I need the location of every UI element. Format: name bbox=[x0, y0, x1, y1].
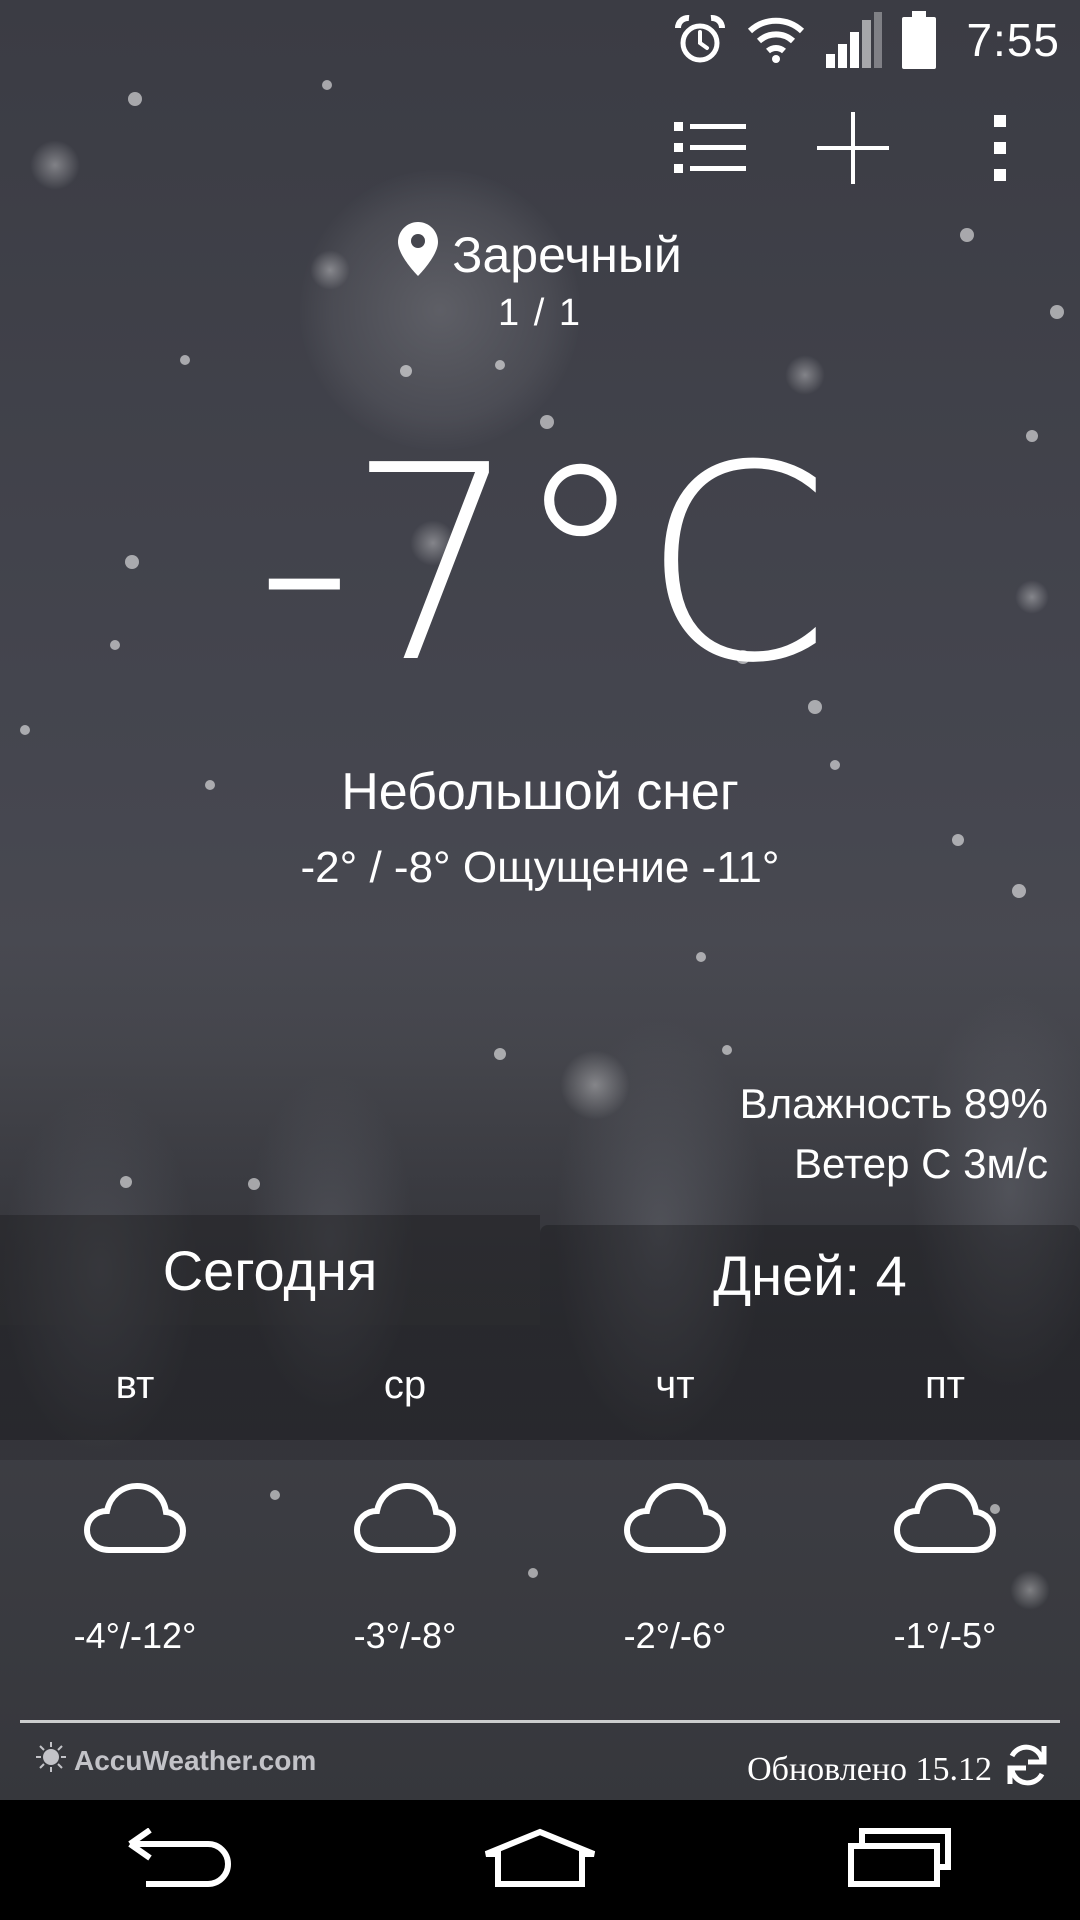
weather-screen: 7:55 Заречный 1 / 1 -7°C Небольшой снег … bbox=[0, 0, 1080, 1920]
page-indicator: 1 / 1 bbox=[498, 292, 582, 334]
recents-button[interactable] bbox=[800, 1810, 1000, 1910]
forecast-day: чт bbox=[655, 1363, 695, 1407]
home-button[interactable] bbox=[440, 1810, 640, 1910]
forecast-temp: -1°/-5° bbox=[893, 1615, 997, 1656]
signal-icon bbox=[824, 12, 883, 68]
forecast-day: пт bbox=[925, 1363, 965, 1407]
location[interactable]: Заречный bbox=[0, 222, 1080, 288]
top-actions bbox=[660, 110, 1080, 190]
refresh-icon[interactable] bbox=[1004, 1742, 1050, 1797]
current-temperature: -7°C bbox=[255, 407, 831, 722]
forecast-icons-row bbox=[0, 1480, 1080, 1556]
status-time: 7:55 bbox=[966, 14, 1060, 66]
sun-icon bbox=[36, 1742, 66, 1779]
more-options-button[interactable] bbox=[950, 110, 1050, 190]
home-icon bbox=[482, 1828, 598, 1893]
location-pin-icon bbox=[398, 222, 439, 288]
min-max-feels-like: -2° / -8° Ощущение -11° bbox=[300, 843, 780, 892]
updated-info: Обновлено 15.12 bbox=[747, 1742, 1050, 1797]
divider bbox=[20, 1720, 1060, 1723]
daily-forecast: вт ср чт пт -4°/-12° -3°/-8° -2°/-6° -1°… bbox=[0, 1325, 1080, 1720]
tab-today[interactable]: Сегодня bbox=[0, 1215, 540, 1325]
humidity: Влажность 89% bbox=[739, 1080, 1048, 1127]
wind: Ветер С 3м/с bbox=[793, 1140, 1048, 1187]
battery-icon bbox=[900, 11, 938, 69]
forecast-temp: -3°/-8° bbox=[353, 1615, 457, 1656]
cloud-icon bbox=[270, 1480, 540, 1556]
cloud-icon bbox=[540, 1480, 810, 1556]
back-button[interactable] bbox=[80, 1810, 280, 1910]
list-icon bbox=[674, 120, 746, 181]
forecast-tabs: Сегодня Дней: 4 bbox=[0, 1215, 1080, 1325]
footer: AccuWeather.com Обновлено 15.12 bbox=[0, 1730, 1080, 1800]
location-name: Заречный bbox=[452, 227, 682, 283]
add-location-button[interactable] bbox=[803, 110, 903, 190]
alarm-icon bbox=[672, 12, 728, 68]
back-icon bbox=[128, 1827, 232, 1893]
list-button[interactable] bbox=[660, 110, 760, 190]
forecast-day: ср bbox=[383, 1363, 427, 1407]
accuweather-link[interactable]: AccuWeather.com bbox=[36, 1742, 316, 1779]
forecast-temps-row: -4°/-12° -3°/-8° -2°/-6° -1°/-5° bbox=[0, 1615, 1080, 1657]
cloud-icon bbox=[810, 1480, 1080, 1556]
forecast-days-row: вт ср чт пт bbox=[0, 1325, 1080, 1440]
recents-icon bbox=[848, 1827, 952, 1893]
cloud-icon bbox=[0, 1480, 270, 1556]
navigation-bar bbox=[0, 1800, 1080, 1920]
updated-text: Обновлено 15.12 bbox=[747, 1750, 992, 1788]
provider-name: AccuWeather.com bbox=[74, 1744, 317, 1776]
status-bar: 7:55 bbox=[0, 0, 1080, 80]
tab-days[interactable]: Дней: 4 bbox=[540, 1225, 1080, 1325]
forecast-day: вт bbox=[115, 1363, 155, 1407]
add-icon bbox=[817, 111, 889, 189]
wifi-icon bbox=[746, 15, 806, 65]
more-vertical-icon bbox=[992, 114, 1008, 186]
forecast-temp: -4°/-12° bbox=[73, 1615, 197, 1656]
weather-condition: Небольшой снег bbox=[341, 763, 739, 821]
forecast-temp: -2°/-6° bbox=[623, 1615, 727, 1656]
